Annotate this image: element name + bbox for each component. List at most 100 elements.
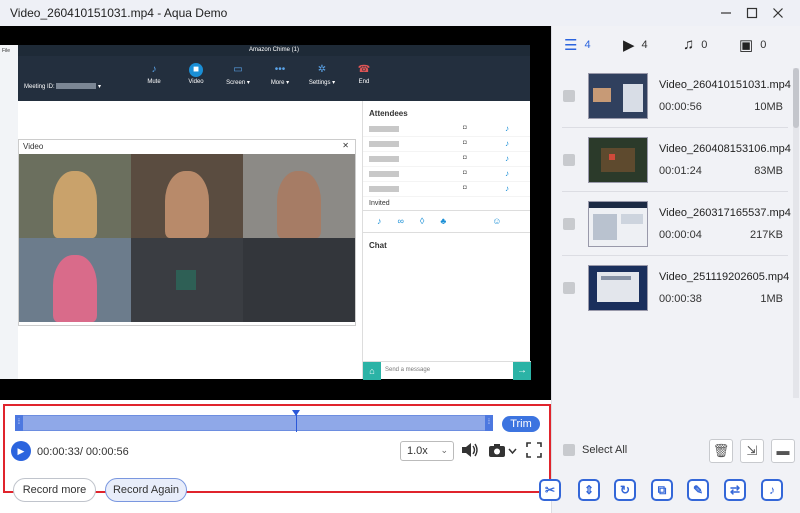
file-duration: 00:00:38 xyxy=(659,293,702,305)
trash-icon: 🗑 xyxy=(712,443,730,458)
recorded-toolbar: Meeting ID: ▾ ♪ Mute ■ Video ▭ Screen ▾ •••… xyxy=(18,56,530,101)
select-all-checkbox[interactable] xyxy=(563,444,575,456)
file-name: Video_260410151031.mp4 xyxy=(659,79,791,91)
scrollbar-thumb[interactable] xyxy=(793,68,799,128)
cut-button[interactable]: ✂ xyxy=(539,479,561,501)
video-thumbnail xyxy=(588,137,648,183)
hangup-icon: ☎ xyxy=(357,64,371,75)
filter-image[interactable]: ▣ 0 xyxy=(739,36,766,54)
recorded-video: ■ Video xyxy=(175,60,217,86)
fullscreen-icon[interactable] xyxy=(526,442,542,463)
item-checkbox[interactable] xyxy=(563,154,575,166)
recorded-video-header: Video ✕ xyxy=(19,140,355,153)
message-placeholder: Send a message xyxy=(385,367,431,373)
select-all-label: Select All xyxy=(582,444,628,456)
microphone-icon: ♪ xyxy=(505,139,509,148)
record-again-button[interactable]: Record Again xyxy=(105,478,187,502)
trim-button[interactable]: Trim xyxy=(502,416,540,432)
screen-icon: ▭ xyxy=(233,64,243,75)
video-thumbnail xyxy=(588,201,648,247)
close-icon[interactable] xyxy=(766,3,790,23)
list-item[interactable]: Video_260408153106.mp4 00:01:24 83MB xyxy=(552,128,793,190)
trim-end-handle[interactable]: ⁞ xyxy=(485,415,493,431)
item-checkbox[interactable] xyxy=(563,282,575,294)
thumbnail-content xyxy=(609,154,615,160)
chat-title: Chat xyxy=(369,241,387,250)
play-button[interactable]: ▶ xyxy=(11,441,31,461)
image-icon: ▣ xyxy=(739,37,754,54)
video-preview[interactable]: File Amazon Chime (1) Meeting ID: ▾ ♪ Mut… xyxy=(0,26,551,400)
recorded-attendees-panel: Attendees ◘ ♪ ◘ ♪ ◘ ♪ ◘ ♪ ◘ ♪ Invited ♪ ∞ ◊ ♣ ☺ C… xyxy=(362,101,531,380)
filter-video[interactable]: ▶ 4 xyxy=(623,36,648,54)
recorded-app-sidebar: File xyxy=(0,45,18,379)
split-button[interactable]: ⇕ xyxy=(578,479,600,501)
audio-button[interactable]: ♪ xyxy=(761,479,783,501)
video-thumbnail xyxy=(588,73,648,119)
maximize-icon[interactable] xyxy=(740,3,764,23)
filter-all[interactable]: ☰ 4 xyxy=(564,36,591,54)
video-icon: ▶ xyxy=(623,37,635,54)
speed-select[interactable]: 1.0x ⌄ xyxy=(400,441,454,461)
rotate-icon: ↻ xyxy=(619,483,631,497)
title-bar: Video_260410151031.mp4 - Aqua Demo xyxy=(0,0,800,26)
camera-icon[interactable] xyxy=(488,442,518,463)
chevron-down-icon: ⌄ xyxy=(440,445,448,455)
edit-icon: ✎ xyxy=(692,483,704,497)
blurred-meeting-id xyxy=(56,83,97,90)
item-checkbox[interactable] xyxy=(563,218,575,230)
attachment-icon: ⌂ xyxy=(363,362,381,380)
video-tiles xyxy=(19,154,355,322)
filter-all-count: 4 xyxy=(584,39,591,51)
list-scrollbar[interactable] xyxy=(793,68,799,398)
list-icon: ☰ xyxy=(564,37,578,54)
speed-value: 1.0x xyxy=(407,445,428,457)
delete-button[interactable]: 🗑 xyxy=(709,439,733,463)
recorded-sidebar-label: File xyxy=(2,48,11,54)
volume-icon[interactable] xyxy=(461,442,479,463)
invited-label: Invited xyxy=(363,197,530,211)
list-item[interactable]: Video_251119202605.mp4 00:00:38 1MB xyxy=(552,256,793,318)
import-button[interactable]: ⇲ xyxy=(740,439,764,463)
file-size: 83MB xyxy=(754,165,783,177)
recorded-more: ••• More ▾ xyxy=(259,60,301,86)
preview-pane: File Amazon Chime (1) Meeting ID: ▾ ♪ Mut… xyxy=(0,26,551,513)
compress-button[interactable]: ⇄ xyxy=(724,479,746,501)
open-folder-button[interactable]: ▬ xyxy=(771,439,795,463)
video-tile xyxy=(131,154,243,238)
recorded-mute: ♪ Mute xyxy=(133,60,175,86)
thumbnail-content xyxy=(623,84,643,112)
merge-icon: ⧉ xyxy=(657,483,667,497)
placeholder-avatar xyxy=(176,270,196,290)
folder-icon: ▬ xyxy=(776,443,790,458)
participant-blurred xyxy=(164,170,210,238)
compress-icon: ⇄ xyxy=(729,483,741,497)
playhead[interactable] xyxy=(292,410,301,432)
thumbnail-content xyxy=(601,148,635,172)
attendee-row: ◘ ♪ xyxy=(363,122,530,137)
filter-audio[interactable]: ♫ 0 xyxy=(683,36,707,53)
select-all[interactable]: Select All xyxy=(563,444,627,456)
record-more-button[interactable]: Record more xyxy=(13,478,96,502)
meeting-id: Meeting ID: ▾ xyxy=(24,83,102,90)
attendee-row: ◘ ♪ xyxy=(363,152,530,167)
list-item[interactable]: Video_260410151031.mp4 00:00:56 10MB xyxy=(552,64,793,126)
lock-icon: ◊ xyxy=(419,216,425,226)
item-checkbox[interactable] xyxy=(563,90,575,102)
recorded-message-bar: ⌂ Send a message → xyxy=(363,361,531,380)
merge-button[interactable]: ⧉ xyxy=(651,479,673,501)
meeting-id-label: Meeting ID: xyxy=(24,84,55,90)
timeline-track[interactable]: ⁞ ⁞ xyxy=(15,410,493,432)
edit-button[interactable]: ✎ xyxy=(687,479,709,501)
video-tile xyxy=(19,154,131,238)
minimize-icon[interactable] xyxy=(714,3,738,23)
video-thumbnail xyxy=(588,265,648,311)
rotate-button[interactable]: ↻ xyxy=(614,479,636,501)
microphone-icon: ♪ xyxy=(377,216,382,226)
list-item[interactable]: Video_260317165537.mp4 00:00:04 217KB xyxy=(552,192,793,254)
thumbnail-content xyxy=(621,214,643,224)
file-name: Video_260408153106.mp4 xyxy=(659,143,791,155)
file-list-pane: ☰ 4 ▶ 4 ♫ 0 ▣ 0 Video_260410151031.mp4 00:00… xyxy=(551,26,800,513)
trim-start-handle[interactable]: ⁞ xyxy=(15,415,23,431)
camera-icon: ◘ xyxy=(463,185,467,191)
thumbnail-content xyxy=(601,276,631,280)
